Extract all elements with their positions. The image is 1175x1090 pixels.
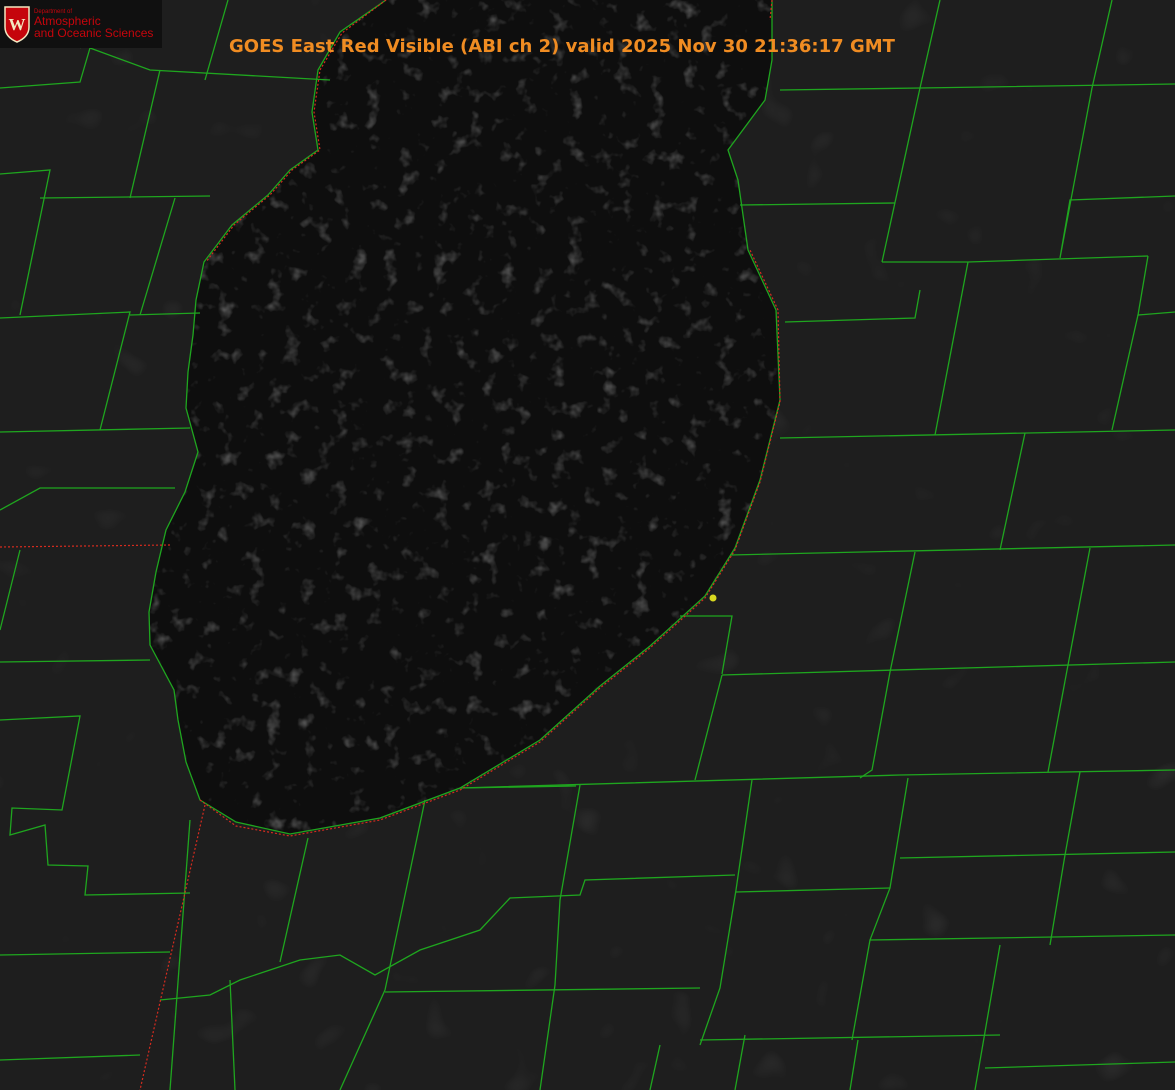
station-marker-icon — [709, 594, 717, 602]
satellite-map — [0, 0, 1175, 1090]
svg-text:W: W — [9, 15, 26, 34]
uw-seal-icon: W — [4, 6, 30, 43]
logo-name-line2: and Oceanic Sciences — [34, 26, 154, 40]
uw-aos-logo: W Department of Atmospheric and Oceanic … — [0, 0, 162, 48]
image-title: GOES East Red Visible (ABI ch 2) valid 2… — [229, 36, 895, 57]
satellite-image-viewer: W Department of Atmospheric and Oceanic … — [0, 0, 1175, 1090]
